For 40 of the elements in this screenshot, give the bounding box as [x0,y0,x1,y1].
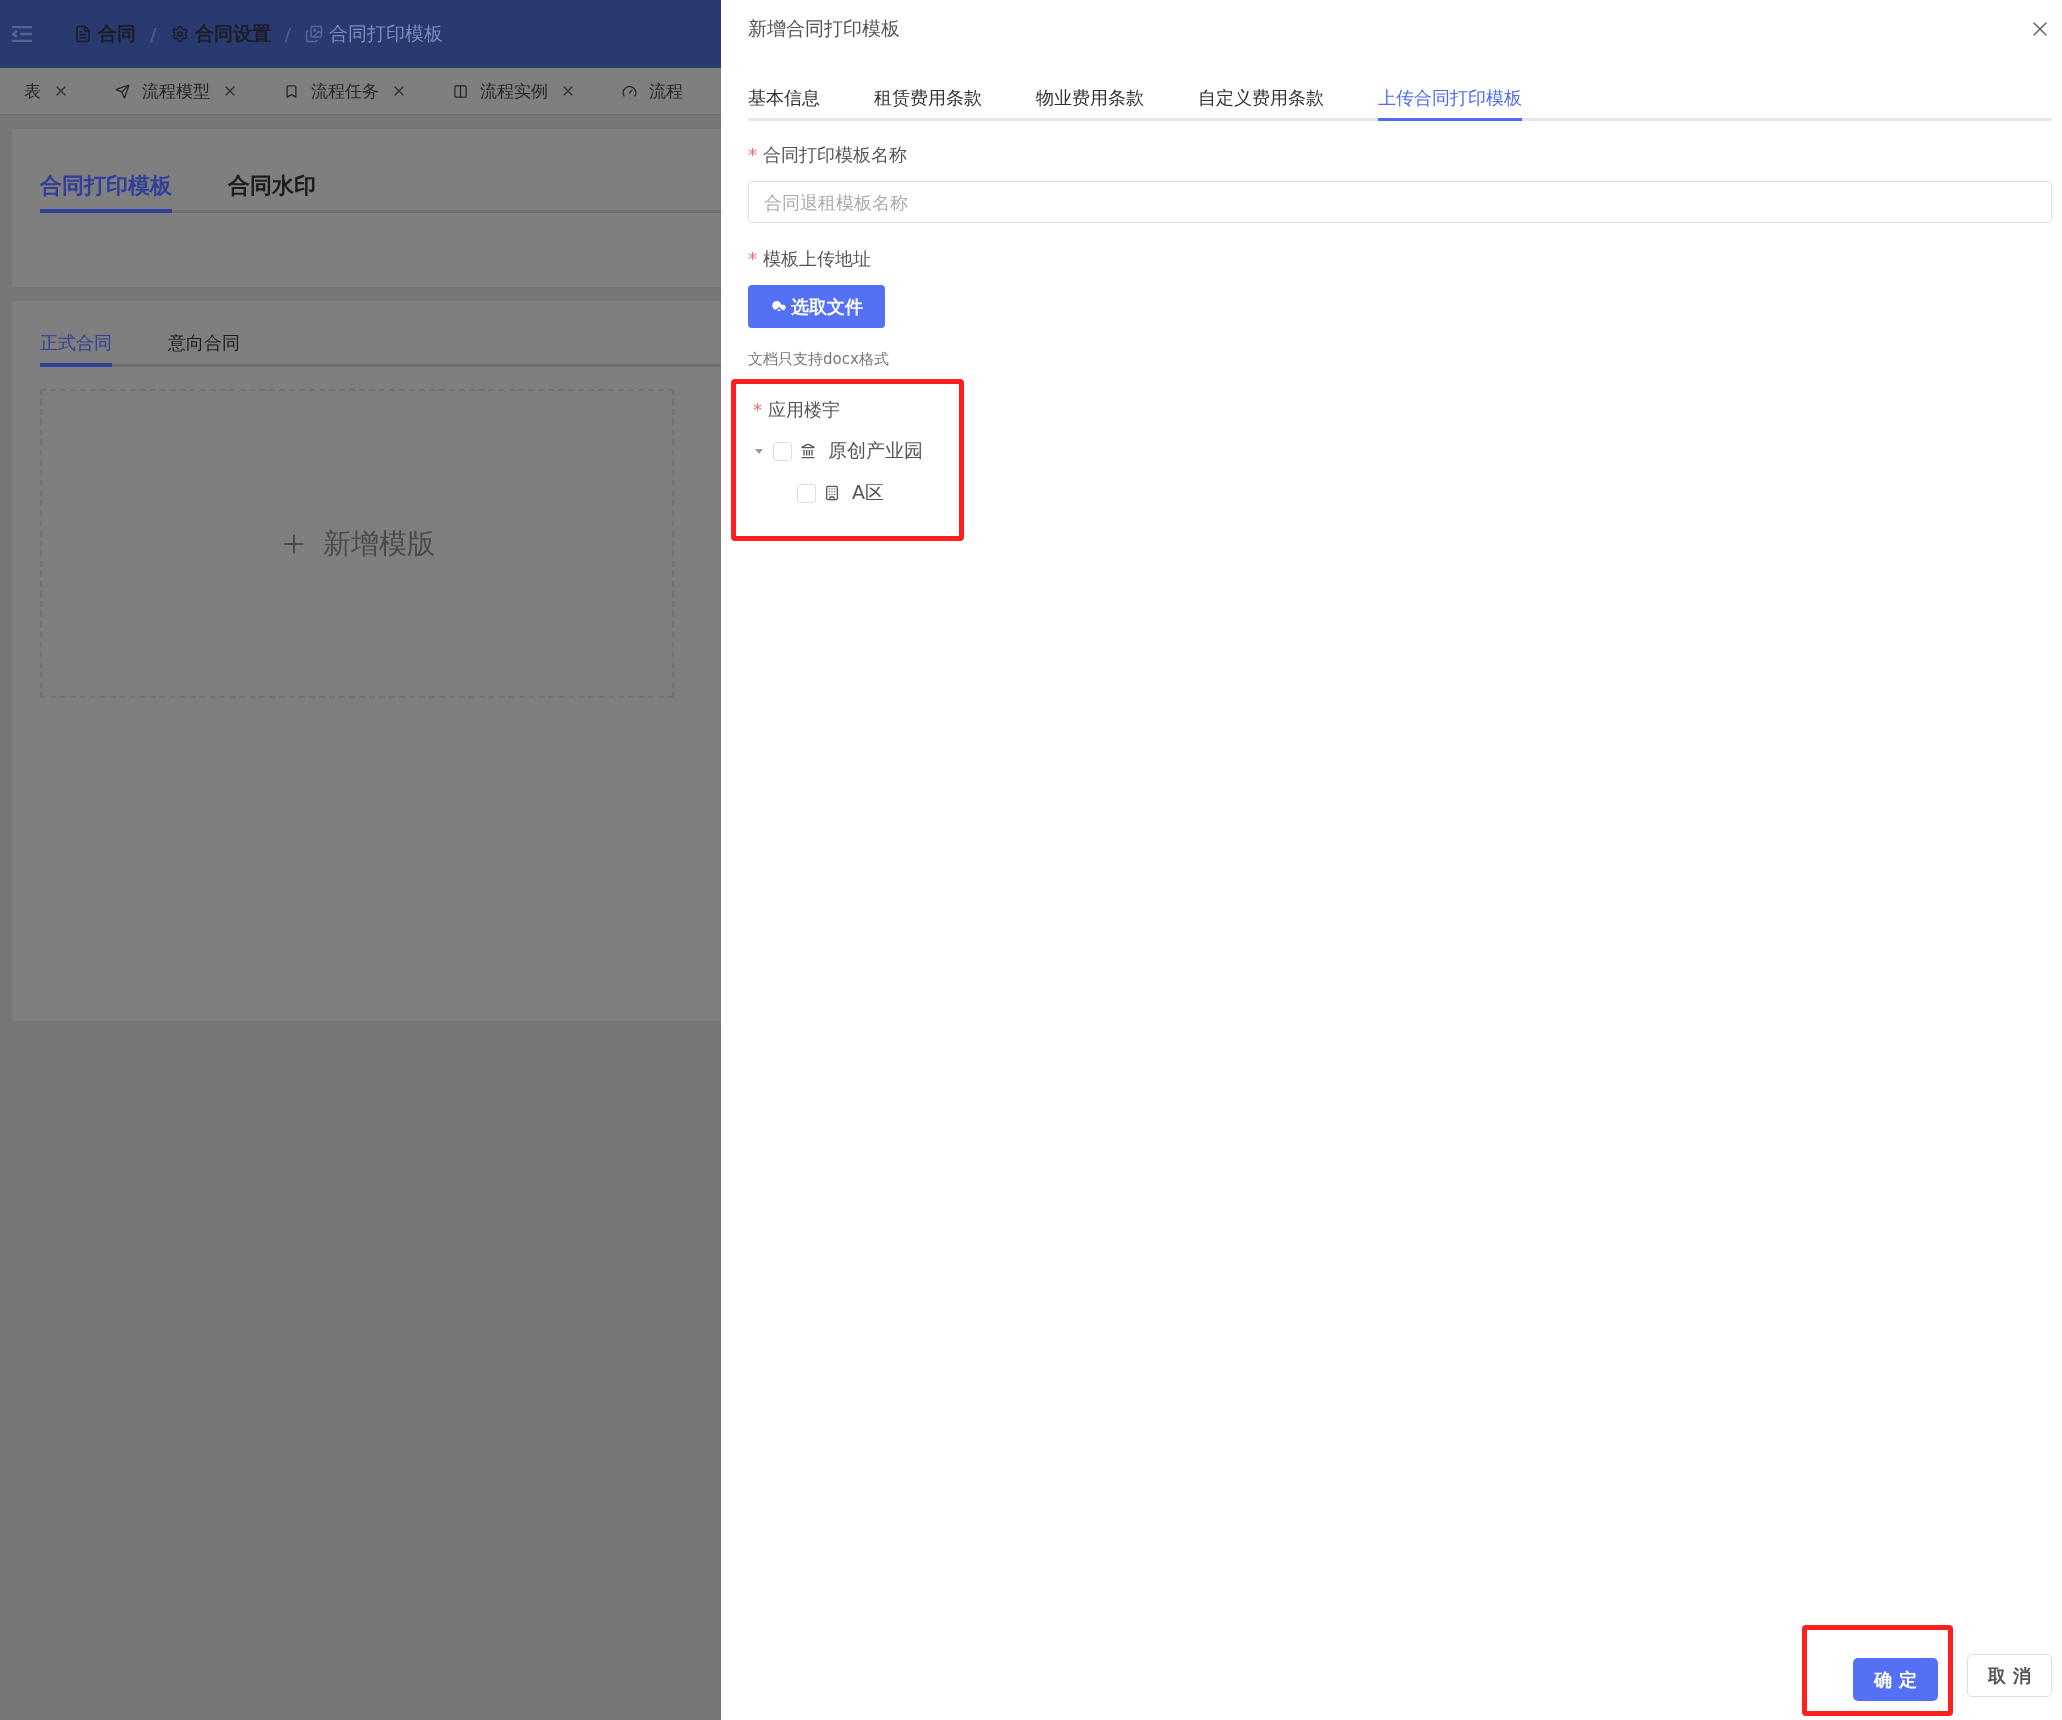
drawer-tab[interactable]: 上传合同打印模板 [1378,86,1522,121]
tab-tag[interactable]: 表 [24,79,41,103]
breadcrumb-item[interactable]: 合同打印模板 [329,21,444,47]
input-field[interactable]: 合同退租模板名称 [748,181,2052,223]
confirm-button[interactable]: 确 定 [1853,1658,1938,1701]
field-label: * 合同打印模板名称 [748,143,908,167]
panel-icon [453,83,468,99]
building-icon [824,485,840,501]
field-label: * 模板上传地址 [748,247,872,271]
send-icon [115,83,130,99]
landmark-icon [800,443,816,459]
checkbox[interactable] [797,483,816,503]
tree-node-label[interactable]: A区 [852,480,884,506]
drawer-tab[interactable]: 基本信息 [748,86,820,121]
cancel-button[interactable]: 取 消 [1967,1654,2052,1697]
tab-tag[interactable]: 流程任务 [311,79,379,103]
page-tab[interactable]: 合同水印 [228,171,316,213]
breadcrumb-separator: / [150,23,157,45]
drawer-tab[interactable]: 租赁费用条款 [874,86,982,121]
sub-tab[interactable]: 正式合同 [40,331,112,367]
field-label: * 应用楼宇 [753,398,841,422]
sub-tab[interactable]: 意向合同 [168,331,240,367]
checkbox[interactable] [773,441,792,461]
bookmark-icon [284,83,299,99]
tab-tag[interactable]: 流程 [649,79,683,103]
menu-icon[interactable] [12,26,32,42]
page-tab[interactable]: 合同打印模板 [40,171,172,213]
drawer-title: 新增合同打印模板 [748,16,900,41]
gauge-icon [622,83,637,99]
tree-node-label[interactable]: 原创产业园 [828,438,923,464]
settings-icon [170,25,189,43]
drawer-tab[interactable]: 物业费用条款 [1036,86,1144,121]
upload-hint: 文档只支持docx格式 [748,350,890,369]
upload-button[interactable]: 选取文件 [748,285,885,328]
tab-tag[interactable]: 流程实例 [480,79,548,103]
document-icon [74,25,92,43]
drawer-tab[interactable]: 自定义费用条款 [1198,86,1324,121]
breadcrumb-separator: / [284,23,292,45]
pictures-icon [305,25,324,43]
tab-tag[interactable]: 流程模型 [142,79,210,103]
